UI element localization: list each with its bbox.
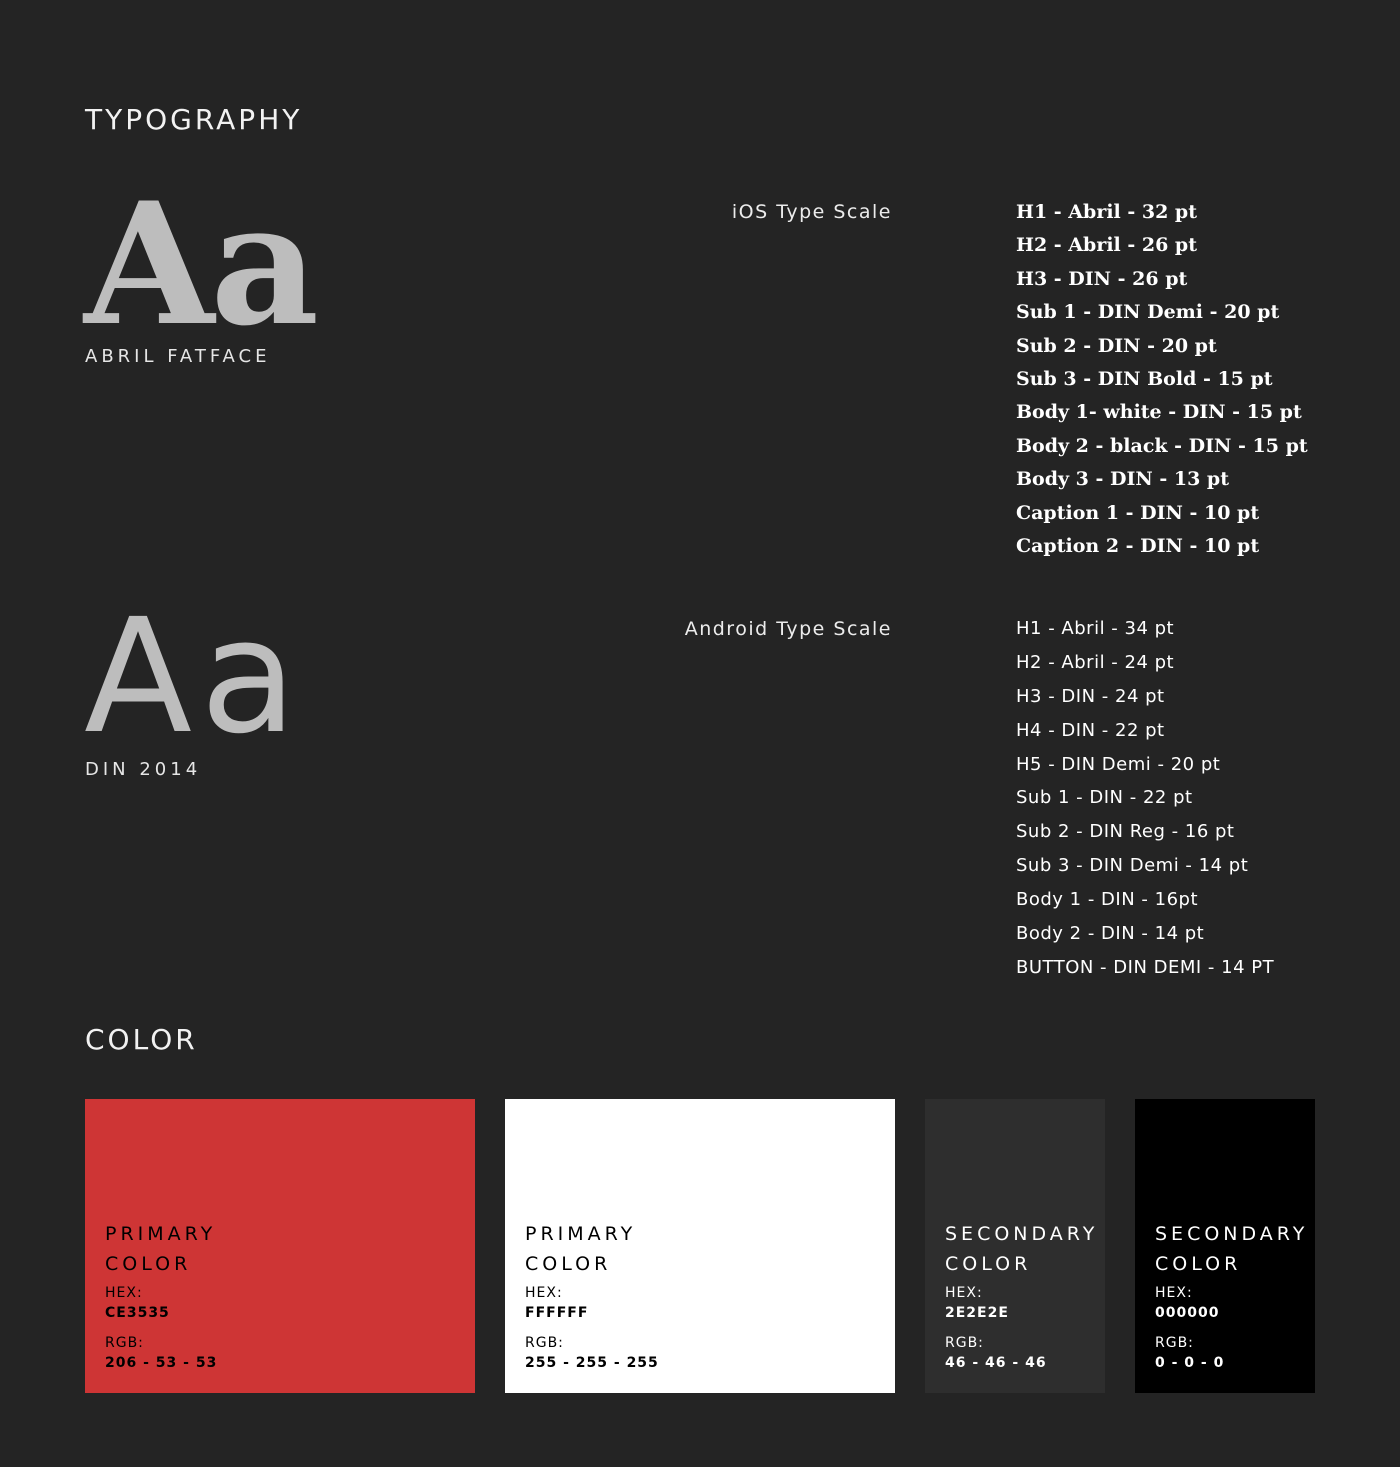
list-item: Caption 2 - DIN - 10 pt: [1016, 534, 1260, 557]
swatch-primary-red: PRIMARY COLOR HEX: CE3535 RGB: 206 - 53 …: [85, 1099, 475, 1393]
list-item: H4 - DIN - 22 pt: [1016, 719, 1165, 741]
rgb-value: 0 - 0 - 0: [1155, 1355, 1225, 1371]
list-item: H2 - Abril - 24 pt: [1016, 651, 1175, 673]
list-item: H3 - DIN - 24 pt: [1016, 685, 1165, 707]
list-item: Sub 2 - DIN Reg - 16 pt: [1016, 821, 1235, 843]
rgb-value: 46 - 46 - 46: [945, 1355, 1047, 1371]
ios-type-scale-list: H1 - Abril - 32 pt H2 - Abril - 26 pt H3…: [1016, 201, 1308, 568]
serif-font-name: ABRIL FATFACE: [85, 346, 271, 367]
hex-value: FFFFFF: [525, 1305, 589, 1321]
rgb-value: 206 - 53 - 53: [105, 1355, 218, 1371]
list-item: H5 - DIN Demi - 20 pt: [1016, 753, 1221, 775]
hex-label: HEX:: [1155, 1285, 1193, 1301]
list-item: Body 1 - DIN - 16pt: [1016, 889, 1199, 911]
swatch-secondary-gray: SECONDARY COLOR HEX: 2E2E2E RGB: 46 - 46…: [925, 1099, 1105, 1393]
rgb-label: RGB:: [945, 1335, 984, 1351]
rgb-value: 255 - 255 - 255: [525, 1355, 659, 1371]
hex-value: CE3535: [105, 1305, 170, 1321]
swatch-name: SECONDARY COLOR: [1155, 1223, 1309, 1275]
typography-title: TYPOGRAPHY: [85, 103, 303, 136]
swatch-primary-white: PRIMARY COLOR HEX: FFFFFF RGB: 255 - 255…: [505, 1099, 895, 1393]
hex-label: HEX:: [945, 1285, 983, 1301]
list-item: Body 2 - DIN - 14 pt: [1016, 923, 1205, 945]
list-item: Sub 3 - DIN Demi - 14 pt: [1016, 855, 1249, 877]
swatch-name: PRIMARY COLOR: [105, 1223, 217, 1275]
rgb-label: RGB:: [1155, 1335, 1194, 1351]
list-item: H2 - Abril - 26 pt: [1016, 234, 1197, 257]
ios-scale-label: iOS Type Scale: [731, 201, 892, 223]
sans-font-name: DIN 2014: [85, 759, 202, 780]
list-item: Body 1- white - DIN - 15 pt: [1016, 401, 1302, 424]
list-item: Sub 3 - DIN Bold - 15 pt: [1016, 367, 1273, 390]
rgb-label: RGB:: [105, 1335, 144, 1351]
list-item: Body 3 - DIN - 13 pt: [1016, 468, 1229, 491]
list-item: Sub 2 - DIN - 20 pt: [1016, 334, 1217, 357]
rgb-label: RGB:: [525, 1335, 564, 1351]
list-item: H1 - Abril - 32 pt: [1016, 201, 1197, 223]
swatch-name: SECONDARY COLOR: [945, 1223, 1099, 1275]
color-title: COLOR: [85, 1023, 198, 1056]
list-item: BUTTON - DIN DEMI - 14 PT: [1016, 956, 1275, 978]
list-item: H3 - DIN - 26 pt: [1016, 267, 1188, 290]
list-item: Sub 1 - DIN Demi - 20 pt: [1016, 301, 1280, 324]
list-item: Sub 1 - DIN - 22 pt: [1016, 787, 1193, 809]
hex-label: HEX:: [105, 1285, 143, 1301]
android-scale-label: Android Type Scale: [684, 618, 892, 640]
list-item: Caption 1 - DIN - 10 pt: [1016, 501, 1260, 524]
hex-label: HEX:: [525, 1285, 563, 1301]
list-item: Body 2 - black - DIN - 15 pt: [1016, 434, 1308, 457]
android-type-scale-list: H1 - Abril - 34 pt H2 - Abril - 24 pt H3…: [1016, 618, 1274, 991]
hex-value: 000000: [1155, 1305, 1220, 1321]
hex-value: 2E2E2E: [945, 1305, 1009, 1321]
list-item: H1 - Abril - 34 pt: [1016, 618, 1175, 639]
swatch-name: PRIMARY COLOR: [525, 1223, 637, 1275]
swatch-secondary-black: SECONDARY COLOR HEX: 000000 RGB: 0 - 0 -…: [1135, 1099, 1315, 1393]
